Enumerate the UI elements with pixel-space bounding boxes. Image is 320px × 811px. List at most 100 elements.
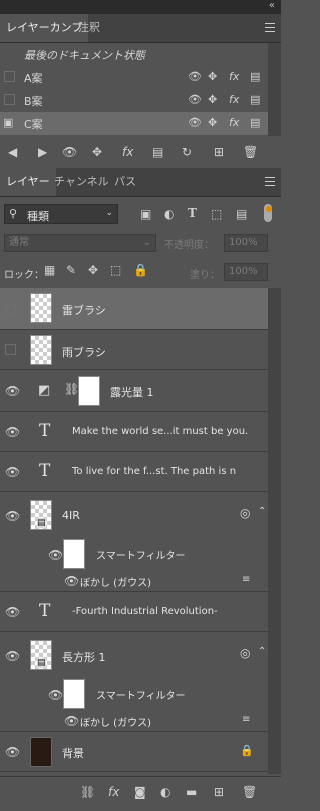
new-comp-icon[interactable]: ⊞ xyxy=(214,145,224,159)
previous-comp-icon[interactable]: ◀ xyxy=(8,145,17,159)
tab-notes[interactable]: 注釈 xyxy=(72,14,106,42)
comp-b[interactable]: B案 👁 ✥ fx ▤ xyxy=(0,89,268,112)
folder-icon[interactable]: ▬ xyxy=(186,785,197,799)
smart-filter-label: スマートフィルター xyxy=(96,691,186,702)
eye-icon[interactable]: 👁 xyxy=(48,548,63,562)
eye-icon[interactable]: 👁 xyxy=(64,714,79,728)
lock-image-icon[interactable]: ✎ xyxy=(66,263,76,277)
background-thumbnail xyxy=(30,737,52,767)
filter-shape-icon[interactable]: ⬚ xyxy=(211,207,222,221)
collapse-panels-icon[interactable]: « xyxy=(269,0,275,11)
visibility-toggle[interactable] xyxy=(5,344,16,355)
next-comp-icon[interactable]: ▶ xyxy=(38,145,47,159)
opacity-input[interactable]: 100% xyxy=(224,234,268,252)
eye-icon[interactable]: 👁 xyxy=(5,384,20,398)
comp-apply-checkbox[interactable] xyxy=(4,94,15,105)
fx-icon[interactable]: fx xyxy=(229,93,239,106)
update-visibility-icon[interactable]: 👁 xyxy=(62,145,77,159)
layers-scrollbar[interactable] xyxy=(268,288,281,774)
eye-icon[interactable]: 👁 xyxy=(5,605,20,619)
comp-last-state[interactable]: 最後のドキュメント状態 xyxy=(0,43,268,66)
layer-row[interactable]: 👁 T Make the world se...it must be you. xyxy=(0,412,268,452)
move-icon[interactable]: ✥ xyxy=(208,116,217,129)
document-icon[interactable]: ▤ xyxy=(250,70,260,83)
layers-bottom-toolbar: ⛓ fx ◙ ◐ ▬ ⊞ 🗑 xyxy=(0,776,281,811)
smart-filter-label: スマートフィルター xyxy=(96,551,186,562)
document-icon[interactable]: ▤ xyxy=(250,116,260,129)
layer-row[interactable]: 👁 ◩ ⛓ 露光量 1 xyxy=(0,370,268,412)
filter-options-icon[interactable]: ≡ xyxy=(242,574,250,585)
move-icon[interactable]: ✥ xyxy=(208,93,217,106)
layer-name: 4IR xyxy=(62,509,80,522)
new-layer-icon[interactable]: ⊞ xyxy=(214,785,224,799)
comps-panel-tabbar: レイヤーカンプ 注釈 xyxy=(0,14,281,43)
link-layers-icon[interactable]: ⛓ xyxy=(80,785,95,799)
layer-row[interactable]: 👁 T -Fourth Industrial Revolution- xyxy=(0,592,268,632)
update-smart-object-icon[interactable]: ▤ xyxy=(152,145,163,159)
fx-icon[interactable]: fx xyxy=(229,70,239,83)
smart-object-layer[interactable]: 👁 ▤ 4IR ◎ ⌃ 👁 スマートフィルター 👁 ぼかし (ガウス) ≡ xyxy=(0,492,268,592)
delete-layer-icon[interactable]: 🗑 xyxy=(242,785,257,799)
fill-input[interactable]: 100% xyxy=(224,263,268,281)
lock-position-icon[interactable]: ✥ xyxy=(88,263,98,277)
blend-mode-value: 通常 xyxy=(9,237,29,248)
add-mask-icon[interactable]: ◙ xyxy=(134,785,146,799)
filter-adjustment-icon[interactable]: ◐ xyxy=(164,207,174,221)
layer-filter-select[interactable]: ⚲ 種類 ⌄ xyxy=(4,204,118,224)
comps-scrollbar[interactable] xyxy=(268,43,281,136)
eye-icon[interactable]: 👁 xyxy=(5,509,20,523)
move-icon[interactable]: ✥ xyxy=(208,70,217,83)
layer-row[interactable]: 👁 T To live for the f...st. The path is … xyxy=(0,452,268,492)
collapse-chevron-icon[interactable]: ⌃ xyxy=(258,646,266,657)
fx-icon[interactable]: fx xyxy=(108,785,119,799)
delete-comp-icon[interactable]: 🗑 xyxy=(243,145,258,159)
comp-c[interactable]: ▣ C案 👁 ✥ fx ▤ xyxy=(0,112,268,135)
tab-channels[interactable]: チャンネル xyxy=(48,168,115,196)
comp-apply-checkbox[interactable] xyxy=(4,71,15,82)
document-icon[interactable]: ▤ xyxy=(250,93,260,106)
filter-options-icon[interactable]: ≡ xyxy=(242,714,250,725)
lock-icon: 🔒 xyxy=(240,744,254,757)
chevron-down-icon: ⌄ xyxy=(142,237,151,248)
comps-panel-menu-icon[interactable] xyxy=(265,23,275,35)
layer-row[interactable]: 雷ブラシ xyxy=(0,288,268,330)
lock-artboard-icon[interactable]: ⬚ xyxy=(110,263,121,277)
eye-icon[interactable]: 👁 xyxy=(188,70,202,83)
eye-icon[interactable]: 👁 xyxy=(64,574,79,588)
search-icon: ⚲ xyxy=(9,207,18,220)
comp-a[interactable]: A案 👁 ✥ fx ▤ xyxy=(0,66,268,89)
fx-icon[interactable]: fx xyxy=(229,116,239,129)
filter-mask-thumbnail[interactable] xyxy=(63,539,85,569)
update-appearance-icon[interactable]: fx xyxy=(122,145,133,159)
adjustment-layer-icon[interactable]: ◐ xyxy=(160,785,170,799)
update-all-icon[interactable]: ↻ xyxy=(182,145,192,159)
layer-name: Make the world se...it must be you. xyxy=(72,426,249,437)
eye-icon[interactable]: 👁 xyxy=(5,745,20,759)
smart-object-layer[interactable]: 👁 ▤ 長方形 1 ◎ ⌃ 👁 スマートフィルター 👁 ぼかし (ガウス) ≡ xyxy=(0,632,268,732)
eye-icon[interactable]: 👁 xyxy=(5,425,20,439)
tab-paths[interactable]: パス xyxy=(108,168,142,196)
panel-dock-header: « xyxy=(0,0,281,14)
eye-icon[interactable]: 👁 xyxy=(5,649,20,663)
layer-row[interactable]: 👁 背景 🔒 xyxy=(0,732,268,772)
filter-pixel-icon[interactable]: ▣ xyxy=(140,207,151,221)
eye-icon[interactable]: 👁 xyxy=(48,688,63,702)
filter-mask-thumbnail[interactable] xyxy=(63,679,85,709)
blend-mode-select[interactable]: 通常 ⌄ xyxy=(4,234,156,252)
chain-link-icon[interactable]: ⛓ xyxy=(64,382,79,396)
eye-icon[interactable]: 👁 xyxy=(188,116,202,129)
eye-icon[interactable]: 👁 xyxy=(5,465,20,479)
filter-type-icon[interactable]: T xyxy=(188,206,197,220)
filter-smart-object-icon[interactable]: ▤ xyxy=(236,207,247,221)
layer-name: 雷ブラシ xyxy=(62,304,106,317)
layers-panel-menu-icon[interactable] xyxy=(265,177,275,189)
layer-row[interactable]: 雨ブラシ xyxy=(0,330,268,370)
lock-all-icon[interactable]: 🔒 xyxy=(133,263,148,277)
visibility-toggle[interactable] xyxy=(5,304,16,315)
eye-icon[interactable]: 👁 xyxy=(188,93,202,106)
update-position-icon[interactable]: ✥ xyxy=(92,145,102,159)
adjustment-layer-icon: ◩ xyxy=(38,383,51,398)
lock-transparent-icon[interactable]: ▦ xyxy=(44,263,55,277)
layer-mask-thumbnail[interactable] xyxy=(78,376,100,406)
collapse-chevron-icon[interactable]: ⌃ xyxy=(258,506,266,517)
